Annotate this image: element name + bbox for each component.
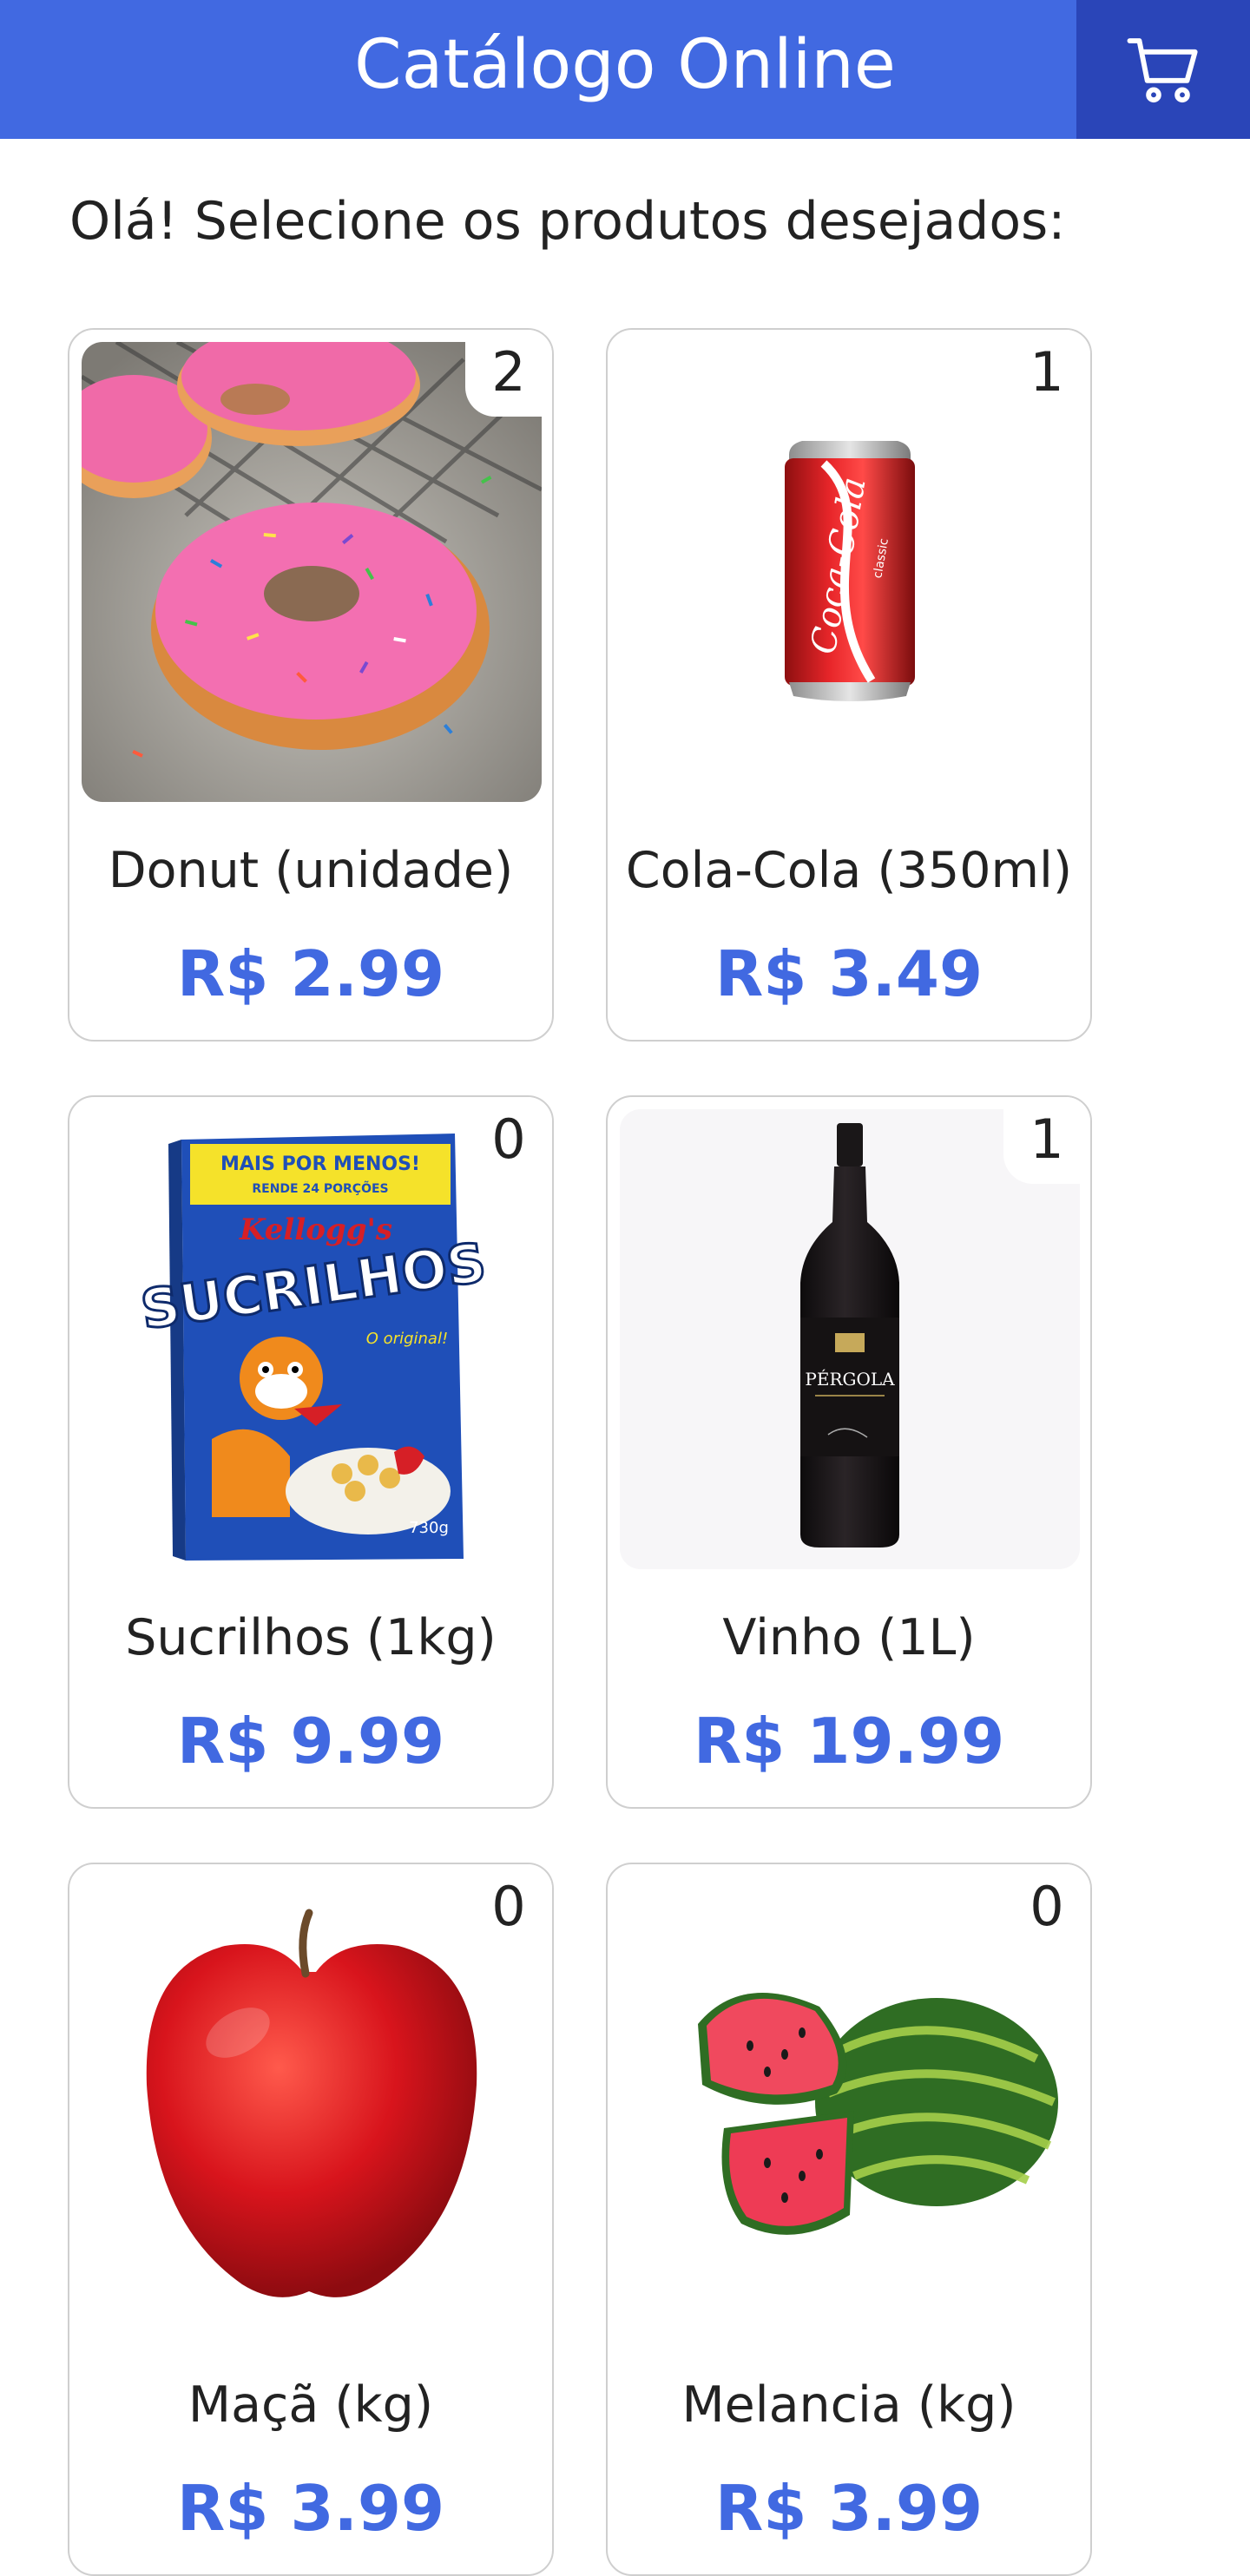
apple-image — [82, 1876, 542, 2336]
product-price: R$ 3.99 — [714, 2472, 984, 2545]
cola-can-image: Coca-Cola classic — [620, 342, 1080, 802]
product-name: Cola-Cola (350ml) — [625, 842, 1073, 899]
svg-text:Kellogg's: Kellogg's — [239, 1212, 392, 1247]
greeting-text: Olá! Selecione os produtos desejados: — [69, 191, 1066, 252]
watermelon-image — [620, 1876, 1080, 2336]
product-card-melancia[interactable]: 0 Melancia (kg) R$ 3.99 — [606, 1863, 1092, 2576]
app-header: Catálogo Online — [0, 0, 1250, 139]
product-card-cola[interactable]: Coca-Cola classic 1 Cola-Cola (350ml) R$… — [606, 328, 1092, 1042]
product-name: Melancia (kg) — [681, 2376, 1016, 2434]
svg-text:RENDE 24 PORÇÕES: RENDE 24 PORÇÕES — [252, 1180, 388, 1196]
wine-bottle-image: PÉRGOLA — [620, 1109, 1080, 1569]
product-card-donut[interactable]: 2 Donut (unidade) R$ 2.99 — [68, 328, 554, 1042]
quantity-badge: 0 — [465, 1864, 552, 1951]
svg-text:730g: 730g — [409, 1519, 449, 1537]
product-card-sucrilhos[interactable]: MAIS POR MENOS! RENDE 24 PORÇÕES Kellogg… — [68, 1095, 554, 1809]
quantity-badge: 2 — [465, 330, 552, 417]
cart-icon — [1127, 38, 1198, 103]
product-price: R$ 9.99 — [176, 1705, 445, 1778]
quantity-badge: 1 — [1003, 330, 1090, 417]
svg-text:O original!: O original! — [366, 1330, 448, 1348]
donut-image — [82, 342, 542, 802]
product-name: Sucrilhos (1kg) — [125, 1609, 497, 1666]
product-name: Maçã (kg) — [188, 2376, 434, 2434]
cart-button[interactable] — [1076, 0, 1250, 139]
quantity-badge: 0 — [1003, 1864, 1090, 1951]
cereal-box-image: MAIS POR MENOS! RENDE 24 PORÇÕES Kellogg… — [82, 1109, 542, 1569]
product-price: R$ 3.99 — [176, 2472, 445, 2545]
quantity-badge: 0 — [465, 1097, 552, 1184]
product-price: R$ 19.99 — [693, 1705, 1005, 1778]
page-title: Catálogo Online — [354, 26, 896, 104]
product-name: Vinho (1L) — [722, 1609, 976, 1666]
product-price: R$ 3.49 — [714, 937, 984, 1010]
quantity-badge: 1 — [1003, 1097, 1090, 1184]
product-card-maca[interactable]: 0 Maçã (kg) R$ 3.99 — [68, 1863, 554, 2576]
svg-text:MAIS POR MENOS!: MAIS POR MENOS! — [220, 1153, 420, 1175]
product-price: R$ 2.99 — [176, 937, 445, 1010]
product-name: Donut (unidade) — [108, 842, 514, 899]
product-card-vinho[interactable]: PÉRGOLA 1 Vinho (1L) R$ 19.99 — [606, 1095, 1092, 1809]
svg-text:PÉRGOLA: PÉRGOLA — [805, 1369, 895, 1390]
